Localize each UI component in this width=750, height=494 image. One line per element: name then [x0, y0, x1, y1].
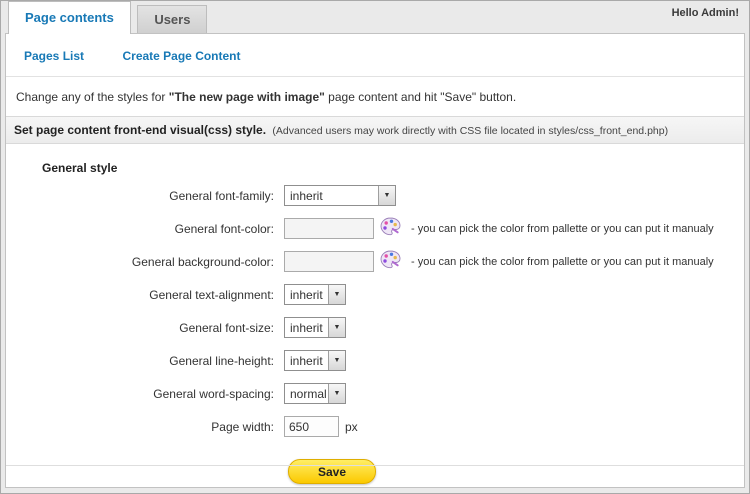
font-family-label: General font-family: — [169, 188, 274, 203]
text-alignment-select[interactable]: inherit ▼ — [284, 284, 346, 305]
section-title: Set page content front-end visual(css) s… — [14, 123, 267, 137]
font-color-hint: - you can pick the color from pallette o… — [411, 222, 714, 235]
line-height-select[interactable]: inherit ▼ — [284, 350, 346, 371]
row-page-width: Page width: px — [6, 410, 744, 443]
background-color-label: General background-color: — [131, 254, 274, 269]
section-note: (Advanced users may work directly with C… — [272, 125, 669, 137]
intro-text: Change any of the styles for "The new pa… — [6, 77, 744, 116]
page-width-unit: px — [345, 419, 358, 434]
chevron-down-icon: ▼ — [328, 318, 345, 337]
background-color-hint: - you can pick the color from pallette o… — [411, 255, 714, 268]
font-size-select[interactable]: inherit ▼ — [284, 317, 346, 338]
tab-page-contents[interactable]: Page contents — [8, 1, 131, 34]
row-word-spacing: General word-spacing: normal ▼ — [6, 377, 744, 410]
page-width-input[interactable] — [284, 416, 339, 437]
main-content: Pages List Create Page Content Change an… — [5, 33, 745, 488]
link-create-page-content[interactable]: Create Page Content — [122, 49, 240, 63]
intro-page-name: "The new page with image" — [168, 90, 325, 104]
row-font-size: General font-size: inherit ▼ — [6, 311, 744, 344]
background-color-input[interactable] — [284, 251, 374, 272]
text-alignment-select-value: inherit — [290, 288, 323, 302]
chevron-down-icon: ▼ — [328, 384, 345, 403]
font-color-label: General font-color: — [174, 221, 274, 236]
color-picker-icon[interactable] — [380, 250, 401, 274]
word-spacing-label: General word-spacing: — [153, 386, 274, 401]
row-font-color: General font-color: - you can pick the c… — [6, 212, 744, 245]
chevron-down-icon: ▼ — [378, 186, 395, 205]
font-color-input[interactable] — [284, 218, 374, 239]
link-pages-list[interactable]: Pages List — [24, 49, 84, 63]
word-spacing-select-value: normal — [290, 387, 327, 401]
font-size-select-value: inherit — [290, 321, 323, 335]
word-spacing-select[interactable]: normal ▼ — [284, 383, 346, 404]
line-height-select-value: inherit — [290, 354, 323, 368]
top-tab-bar: Page contents Users — [1, 1, 749, 34]
footer-divider — [6, 465, 744, 466]
line-height-label: General line-height: — [169, 353, 274, 368]
color-picker-icon[interactable] — [380, 217, 401, 241]
chevron-down-icon: ▼ — [328, 285, 345, 304]
text-alignment-label: General text-alignment: — [149, 287, 274, 302]
chevron-down-icon: ▼ — [328, 351, 345, 370]
intro-prefix: Change any of the styles for — [16, 90, 169, 104]
tab-users[interactable]: Users — [137, 5, 208, 34]
font-size-label: General font-size: — [179, 320, 274, 335]
row-text-alignment: General text-alignment: inherit ▼ — [6, 278, 744, 311]
sub-navigation: Pages List Create Page Content — [6, 34, 744, 77]
row-line-height: General line-height: inherit ▼ — [6, 344, 744, 377]
font-family-select-value: inherit — [290, 189, 323, 203]
page-width-label: Page width: — [211, 419, 274, 434]
row-background-color: General background-color: - you can pick… — [6, 245, 744, 278]
font-family-select[interactable]: inherit ▼ — [284, 185, 396, 206]
row-font-family: General font-family: inherit ▼ — [6, 179, 744, 212]
group-title: General style — [42, 161, 118, 175]
intro-suffix: page content and hit "Save" button. — [324, 90, 517, 104]
admin-page: Page contents Users Hello Admin! Pages L… — [0, 0, 750, 494]
greeting-text: Hello Admin! — [671, 7, 739, 19]
section-header: Set page content front-end visual(css) s… — [6, 116, 744, 144]
save-button[interactable]: Save — [288, 459, 376, 484]
